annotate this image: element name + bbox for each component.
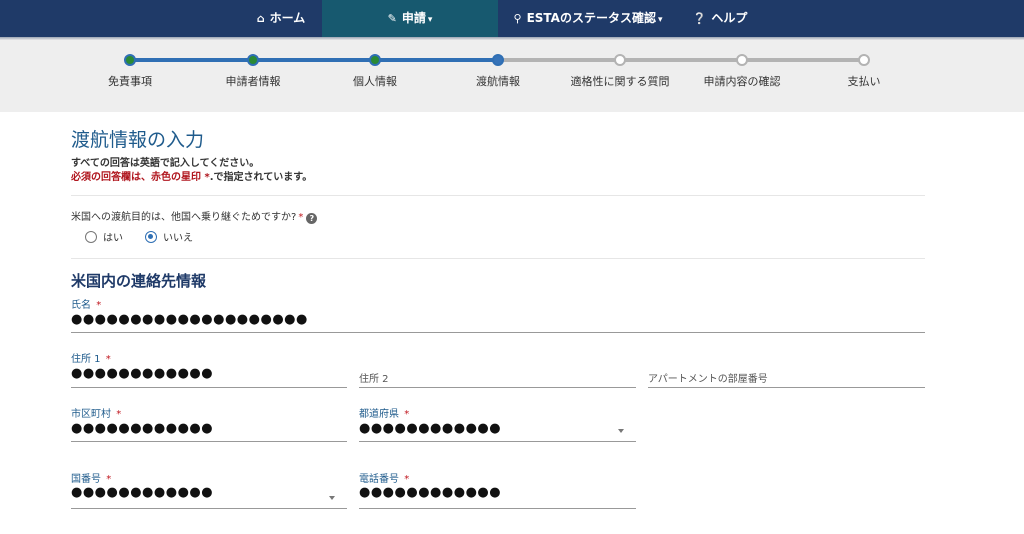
city-field[interactable]: 市区町村 * ●●●●●●●●●●●● bbox=[71, 405, 347, 443]
step-dot-applicant bbox=[247, 54, 259, 66]
address1-label: 住所 1 * bbox=[71, 350, 111, 365]
section-title-us-contact: 米国内の連絡先情報 bbox=[71, 272, 207, 290]
required-note: 必須の回答欄は、赤色の星印 *.で指定されています。 bbox=[71, 168, 312, 183]
phone-label-text: 電話番号 bbox=[359, 474, 399, 485]
step-dot-payment bbox=[858, 54, 870, 66]
field-underline bbox=[648, 387, 925, 388]
question-circle-icon: ❔ bbox=[692, 12, 707, 25]
city-label-text: 市区町村 bbox=[71, 409, 111, 420]
progress-track-remaining bbox=[498, 58, 864, 62]
pencil-icon: ✎ bbox=[387, 12, 397, 25]
step-dot-personal bbox=[369, 54, 381, 66]
contact-name-field[interactable]: 氏名 * ●●●●●●●●●●●●●●●●●●●● bbox=[71, 296, 925, 334]
page-title: 渡航情報の入力 bbox=[71, 129, 205, 151]
step-label-disclaimer: 免責事項 bbox=[108, 75, 152, 88]
apartment-field[interactable]: アパートメントの部屋番号 bbox=[648, 350, 925, 388]
city-label: 市区町村 * bbox=[71, 405, 121, 420]
country-code-select[interactable]: 国番号 * ●●●●●●●●●●●● bbox=[71, 470, 347, 510]
step-label-payment: 支払い bbox=[847, 75, 881, 88]
step-label-personal: 個人情報 bbox=[353, 75, 397, 88]
step-dot-travel bbox=[492, 54, 504, 66]
contact-name-value: ●●●●●●●●●●●●●●●●●●●● bbox=[71, 312, 308, 327]
divider bbox=[71, 258, 925, 259]
field-underline bbox=[359, 508, 636, 509]
field-underline bbox=[71, 332, 925, 333]
chevron-down-icon bbox=[618, 429, 624, 433]
search-icon: ⚲ bbox=[513, 12, 522, 25]
step-dot-disclaimer bbox=[124, 54, 136, 66]
field-underline bbox=[71, 508, 347, 509]
required-asterisk: * bbox=[105, 354, 111, 365]
nav-home-label: ホーム bbox=[269, 11, 306, 25]
step-dot-eligibility bbox=[614, 54, 626, 66]
contact-name-label-text: 氏名 bbox=[71, 300, 91, 311]
address1-field[interactable]: 住所 1 * ●●●●●●●●●●●● bbox=[71, 350, 347, 388]
top-navigation: ⌂ ホーム ✎ 申請 ▾ ⚲ ESTAのステータス確認 ▾ ❔ ヘルプ bbox=[0, 0, 1024, 37]
required-asterisk: * bbox=[96, 300, 102, 311]
progress-track-done bbox=[130, 58, 498, 62]
field-underline bbox=[359, 441, 636, 442]
state-value: ●●●●●●●●●●●● bbox=[359, 421, 502, 436]
nav-status-label: ESTAのステータス確認 bbox=[526, 11, 656, 25]
radio-yes-label: はい bbox=[103, 233, 123, 244]
address1-value: ●●●●●●●●●●●● bbox=[71, 366, 214, 381]
required-asterisk: * bbox=[106, 474, 112, 485]
nav-apply[interactable]: ✎ 申請 ▾ bbox=[322, 0, 498, 37]
phone-label: 電話番号 * bbox=[359, 470, 409, 485]
phone-field[interactable]: 電話番号 * ●●●●●●●●●●●● bbox=[359, 470, 636, 510]
address1-label-text: 住所 1 bbox=[71, 354, 101, 365]
divider bbox=[71, 195, 925, 196]
radio-circle-checked bbox=[145, 231, 157, 243]
required-note-red: 必須の回答欄は、赤色の星印 * bbox=[71, 172, 210, 183]
help-icon[interactable]: ? bbox=[306, 213, 318, 224]
caret-down-icon: ▾ bbox=[427, 15, 433, 25]
field-underline bbox=[71, 387, 347, 388]
radio-transit-no[interactable]: いいえ bbox=[145, 229, 193, 244]
nav-home[interactable]: ⌂ ホーム bbox=[240, 0, 322, 37]
required-asterisk: * bbox=[116, 409, 122, 420]
country-code-value: ●●●●●●●●●●●● bbox=[71, 485, 214, 500]
step-label-travel: 渡航情報 bbox=[476, 75, 520, 88]
phone-value: ●●●●●●●●●●●● bbox=[359, 485, 502, 500]
address2-field[interactable]: 住所 2 bbox=[359, 350, 636, 388]
step-label-eligibility: 適格性に関する質問 bbox=[570, 75, 670, 88]
english-note: すべての回答は英語で記入してください。 bbox=[71, 158, 260, 169]
nav-help[interactable]: ❔ ヘルプ bbox=[680, 0, 760, 37]
nav-apply-label: 申請 bbox=[401, 11, 426, 25]
required-asterisk: * bbox=[298, 212, 304, 223]
home-icon: ⌂ bbox=[256, 12, 265, 25]
required-asterisk: * bbox=[404, 409, 410, 420]
transit-question-text: 米国への渡航目的は、他国へ乗り継ぐためですか? bbox=[71, 212, 297, 223]
address2-placeholder: 住所 2 bbox=[359, 374, 389, 385]
country-code-label-text: 国番号 bbox=[71, 474, 101, 485]
apartment-placeholder: アパートメントの部屋番号 bbox=[648, 374, 768, 385]
state-label-text: 都道府県 bbox=[359, 409, 399, 420]
nav-status[interactable]: ⚲ ESTAのステータス確認 ▾ bbox=[508, 0, 668, 37]
country-code-label: 国番号 * bbox=[71, 470, 111, 485]
nav-help-label: ヘルプ bbox=[711, 11, 748, 25]
radio-transit-yes[interactable]: はい bbox=[85, 229, 123, 244]
state-label: 都道府県 * bbox=[359, 405, 409, 420]
step-dot-review bbox=[736, 54, 748, 66]
chevron-down-icon bbox=[329, 496, 335, 500]
step-label-review: 申請内容の確認 bbox=[703, 75, 781, 88]
city-value: ●●●●●●●●●●●● bbox=[71, 421, 214, 436]
required-asterisk: * bbox=[404, 474, 410, 485]
radio-no-label: いいえ bbox=[163, 233, 193, 244]
radio-circle bbox=[85, 231, 97, 243]
contact-name-label: 氏名 * bbox=[71, 296, 101, 311]
transit-question: 米国への渡航目的は、他国へ乗り継ぐためですか? *? bbox=[71, 208, 318, 224]
caret-down-icon: ▾ bbox=[657, 15, 663, 25]
field-underline bbox=[359, 387, 636, 388]
step-label-applicant: 申請者情報 bbox=[225, 75, 281, 88]
state-select[interactable]: 都道府県 * ●●●●●●●●●●●● bbox=[359, 405, 636, 443]
field-underline bbox=[71, 441, 347, 442]
required-note-rest: .で指定されています。 bbox=[209, 172, 313, 183]
progress-tracker: 免責事項 申請者情報 個人情報 渡航情報 適格性に関する質問 申請内容の確認 支… bbox=[0, 40, 1024, 112]
